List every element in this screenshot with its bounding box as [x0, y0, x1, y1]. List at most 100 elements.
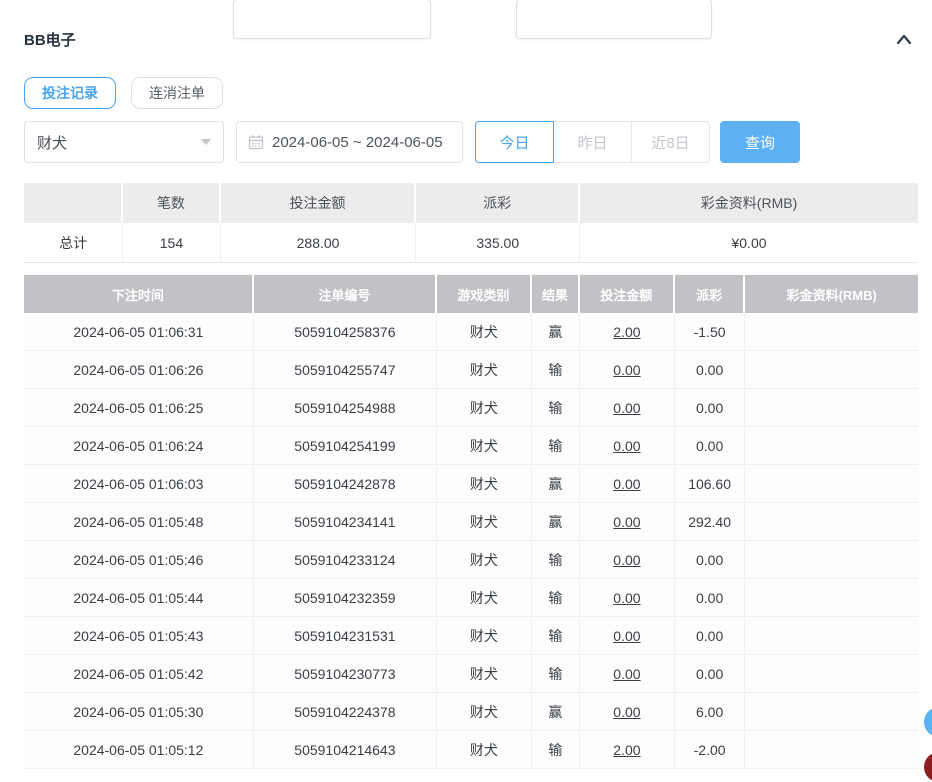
bet-amount-link[interactable]: 0.00: [580, 427, 675, 465]
game-type-cell: 财犬: [437, 579, 532, 617]
filter-bar: 财犬 2024-06-05 ~ 2024-06-05 今日 昨日 近8日 查询: [24, 121, 918, 163]
panel-title: BB电子: [24, 29, 76, 50]
bet-time-cell: 2024-06-05 01:05:12: [24, 731, 254, 769]
bet-amount-link[interactable]: 2.00: [580, 731, 675, 769]
game-type-cell: 财犬: [437, 427, 532, 465]
table-row: 2024-06-05 01:05:435059104231531财犬输0.000…: [24, 617, 918, 655]
summary-total-bet-amount: 288.00: [221, 223, 417, 263]
table-row: 2024-06-05 01:05:305059104224378财犬赢0.006…: [24, 693, 918, 731]
payout-cell: 0.00: [675, 579, 746, 617]
game-type-cell: 财犬: [437, 465, 532, 503]
order-number-cell: 5059104242878: [254, 465, 437, 503]
table-row: 2024-06-05 01:05:125059104214643财犬输2.00-…: [24, 731, 918, 769]
date-range-input[interactable]: 2024-06-05 ~ 2024-06-05: [236, 121, 463, 163]
game-type-cell: 财犬: [437, 731, 532, 769]
bonus-cell: [745, 617, 918, 655]
top-cutoff-input-right[interactable]: [516, 0, 712, 39]
result-cell: 赢: [532, 503, 580, 541]
col-result: 结果: [532, 275, 580, 313]
quick-range-today[interactable]: 今日: [475, 121, 554, 163]
order-number-cell: 5059104231531: [254, 617, 437, 655]
tab-cancelled-orders[interactable]: 连消注单: [131, 77, 223, 109]
table-row: 2024-06-05 01:06:255059104254988财犬输0.000…: [24, 389, 918, 427]
payout-cell: 292.40: [675, 503, 746, 541]
date-range-value: 2024-06-05 ~ 2024-06-05: [272, 134, 443, 151]
table-row: 2024-06-05 01:06:265059104255747财犬输0.000…: [24, 351, 918, 389]
order-number-cell: 5059104258376: [254, 313, 437, 351]
col-bet-amount: 投注金额: [580, 275, 675, 313]
bet-amount-link[interactable]: 0.00: [580, 389, 675, 427]
col-bonus: 彩金资料(RMB): [745, 275, 918, 313]
result-cell: 输: [532, 731, 580, 769]
bonus-cell: [745, 351, 918, 389]
game-type-cell: 财犬: [437, 351, 532, 389]
payout-cell: 106.60: [675, 465, 746, 503]
order-number-cell: 5059104233124: [254, 541, 437, 579]
col-game-type: 游戏类别: [437, 275, 532, 313]
bet-amount-link[interactable]: 0.00: [580, 503, 675, 541]
bet-time-cell: 2024-06-05 01:06:25: [24, 389, 254, 427]
game-type-cell: 财犬: [437, 617, 532, 655]
result-cell: 输: [532, 427, 580, 465]
game-type-cell: 财犬: [437, 693, 532, 731]
bet-records-panel: BB电子 投注记录 连消注单 财犬: [0, 29, 932, 769]
game-type-cell: 财犬: [437, 655, 532, 693]
result-cell: 赢: [532, 313, 580, 351]
bet-time-cell: 2024-06-05 01:05:46: [24, 541, 254, 579]
bonus-cell: [745, 579, 918, 617]
result-cell: 输: [532, 617, 580, 655]
records-header-row: 下注时间 注单编号 游戏类别 结果 投注金额 派彩 彩金资料(RMB): [24, 275, 918, 313]
query-button[interactable]: 查询: [720, 121, 800, 163]
col-bet-time: 下注时间: [24, 275, 254, 313]
payout-cell: 0.00: [675, 655, 746, 693]
quick-range-last8days[interactable]: 近8日: [631, 121, 710, 163]
bonus-cell: [745, 427, 918, 465]
collapse-panel-button[interactable]: [890, 31, 918, 49]
summary-col-payout: 派彩: [416, 183, 580, 223]
order-number-cell: 5059104230773: [254, 655, 437, 693]
payout-cell: 0.00: [675, 617, 746, 655]
bet-amount-link[interactable]: 2.00: [580, 313, 675, 351]
bet-amount-link[interactable]: 0.00: [580, 465, 675, 503]
summary-total-label: 总计: [24, 223, 123, 263]
result-cell: 赢: [532, 693, 580, 731]
bonus-cell: [745, 389, 918, 427]
bet-amount-link[interactable]: 0.00: [580, 351, 675, 389]
table-row: 2024-06-05 01:05:445059104232359财犬输0.000…: [24, 579, 918, 617]
chevron-up-icon: [894, 31, 914, 49]
table-row: 2024-06-05 01:06:035059104242878财犬赢0.001…: [24, 465, 918, 503]
bet-amount-link[interactable]: 0.00: [580, 579, 675, 617]
summary-col-empty: [24, 183, 123, 223]
summary-col-bonus: 彩金资料(RMB): [580, 183, 918, 223]
payout-cell: 6.00: [675, 693, 746, 731]
chevron-down-icon: [201, 139, 211, 145]
col-order-number: 注单编号: [254, 275, 437, 313]
quick-range-yesterday[interactable]: 昨日: [553, 121, 632, 163]
bonus-cell: [745, 503, 918, 541]
panel-header: BB电子: [24, 29, 918, 50]
bet-amount-link[interactable]: 0.00: [580, 655, 675, 693]
order-number-cell: 5059104255747: [254, 351, 437, 389]
order-number-cell: 5059104224378: [254, 693, 437, 731]
tab-bet-records[interactable]: 投注记录: [24, 77, 116, 109]
result-cell: 赢: [532, 465, 580, 503]
bet-amount-link[interactable]: 0.00: [580, 541, 675, 579]
order-number-cell: 5059104254988: [254, 389, 437, 427]
payout-cell: 0.00: [675, 541, 746, 579]
bet-amount-link[interactable]: 0.00: [580, 617, 675, 655]
game-select[interactable]: 财犬: [24, 121, 224, 163]
payout-cell: 0.00: [675, 351, 746, 389]
summary-header-row: 笔数 投注金额 派彩 彩金资料(RMB): [24, 183, 918, 223]
result-cell: 输: [532, 655, 580, 693]
summary-total-count: 154: [123, 223, 220, 263]
bet-time-cell: 2024-06-05 01:05:44: [24, 579, 254, 617]
payout-cell: -2.00: [675, 731, 746, 769]
bet-time-cell: 2024-06-05 01:06:03: [24, 465, 254, 503]
table-row: 2024-06-05 01:06:245059104254199财犬输0.000…: [24, 427, 918, 465]
bonus-cell: [745, 541, 918, 579]
bet-amount-link[interactable]: 0.00: [580, 693, 675, 731]
bonus-cell: [745, 655, 918, 693]
order-number-cell: 5059104232359: [254, 579, 437, 617]
bet-time-cell: 2024-06-05 01:05:30: [24, 693, 254, 731]
top-cutoff-input-left[interactable]: [233, 0, 431, 39]
